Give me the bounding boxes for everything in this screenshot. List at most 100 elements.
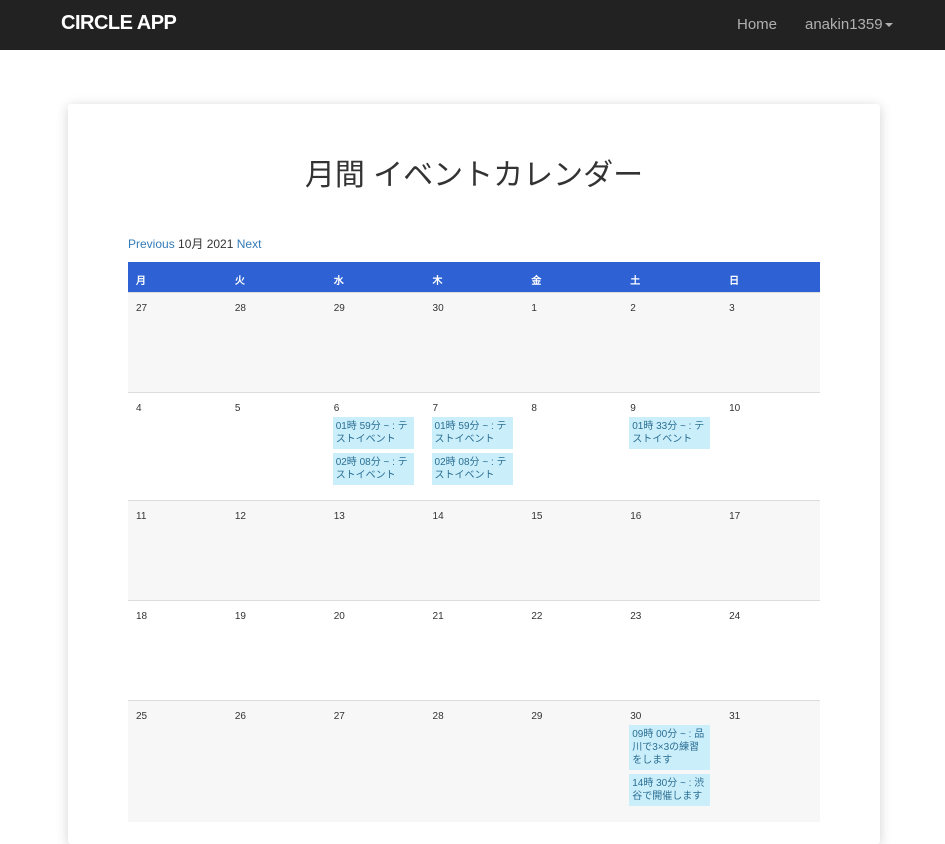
calendar-day-cell: 20 bbox=[326, 601, 425, 700]
calendar-day-cell: 15 bbox=[523, 501, 622, 600]
day-number: 26 bbox=[234, 711, 246, 722]
calendar-event[interactable]: 02時 08分 ~ : テストイベント bbox=[431, 453, 513, 485]
calendar-day-cell: 9 01時 33分 ~ : テストイベント bbox=[622, 393, 721, 500]
current-month-label: 10月 2021 bbox=[178, 237, 234, 251]
calendar-event[interactable]: 01時 59分 ~ : テストイベント bbox=[332, 417, 414, 449]
day-number: 29 bbox=[333, 303, 345, 314]
day-number: 22 bbox=[531, 611, 543, 622]
calendar-day-cell: 5 bbox=[227, 393, 326, 500]
day-number: 9 bbox=[630, 403, 636, 414]
calendar-day-cell: 16 bbox=[622, 501, 721, 600]
day-number: 20 bbox=[333, 611, 345, 622]
day-number: 8 bbox=[531, 403, 537, 414]
weekday-mon: 月 bbox=[136, 276, 146, 287]
day-number: 12 bbox=[234, 511, 246, 522]
calendar-day-cell: 11 bbox=[128, 501, 227, 600]
calendar-day-cell: 21 bbox=[425, 601, 524, 700]
weekday-fri: 金 bbox=[531, 276, 542, 287]
calendar-day-cell: 27 bbox=[128, 293, 227, 392]
calendar-day-cell: 6 01時 59分 ~ : テストイベント 02時 08分 ~ : テストイベント bbox=[326, 393, 425, 500]
day-number: 21 bbox=[432, 611, 444, 622]
day-number: 15 bbox=[531, 511, 543, 522]
day-number: 31 bbox=[729, 711, 741, 722]
user-menu-label: anakin1359 bbox=[805, 16, 883, 33]
calendar-day-cell: 2 bbox=[622, 293, 721, 392]
user-menu-dropdown[interactable]: anakin1359 bbox=[805, 16, 893, 33]
calendar-day-cell: 18 bbox=[128, 601, 227, 700]
calendar-day-cell: 28 bbox=[227, 293, 326, 392]
calendar-day-cell: 31 bbox=[721, 701, 820, 822]
day-number: 23 bbox=[630, 611, 642, 622]
calendar-week-row: 27 28 29 30 1 2 3 bbox=[128, 292, 820, 392]
calendar-day-cell: 30 bbox=[425, 293, 524, 392]
calendar-week-row: 4 5 6 01時 59分 ~ : テストイベント 02時 08分 ~ : テストイベン… bbox=[128, 392, 820, 500]
calendar-day-cell: 1 bbox=[523, 293, 622, 392]
calendar-day-cell: 10 bbox=[721, 393, 820, 500]
navbar: CIRCLE APP Home anakin1359 bbox=[0, 0, 945, 50]
nav-home-link[interactable]: Home bbox=[737, 16, 777, 33]
caret-down-icon bbox=[884, 23, 893, 28]
day-number: 4 bbox=[136, 403, 142, 414]
calendar-day-cell: 17 bbox=[721, 501, 820, 600]
month-navigation: Previous 10月 2021 Next bbox=[128, 235, 261, 252]
day-number: 30 bbox=[432, 303, 444, 314]
weekday-header: 月 火 水 木 金 土 日 bbox=[128, 262, 820, 292]
calendar-day-cell: 4 bbox=[128, 393, 227, 500]
calendar-day-cell: 3 bbox=[721, 293, 820, 392]
day-number: 11 bbox=[136, 511, 147, 522]
calendar-card: 月間 イベントカレンダー Previous 10月 2021 Next 月 火 … bbox=[68, 104, 880, 844]
calendar-day-cell: 27 bbox=[326, 701, 425, 822]
day-number: 25 bbox=[136, 711, 148, 722]
calendar-day-cell: 26 bbox=[227, 701, 326, 822]
day-number: 1 bbox=[531, 303, 537, 314]
day-number: 27 bbox=[333, 711, 345, 722]
day-number: 19 bbox=[234, 611, 246, 622]
day-number: 28 bbox=[234, 303, 246, 314]
calendar-day-cell: 8 bbox=[523, 393, 622, 500]
calendar-day-cell: 7 01時 59分 ~ : テストイベント 02時 08分 ~ : テストイベント bbox=[425, 393, 524, 500]
day-number: 7 bbox=[432, 403, 439, 414]
calendar-day-cell: 14 bbox=[425, 501, 524, 600]
calendar-week-row: 11 12 13 14 15 16 17 bbox=[128, 500, 820, 600]
day-number: 29 bbox=[531, 711, 543, 722]
brand-logo[interactable]: CIRCLE APP bbox=[61, 12, 177, 35]
calendar-event[interactable]: 14時 30分 ~ : 渋谷で開催します bbox=[629, 774, 711, 806]
day-number: 24 bbox=[729, 611, 741, 622]
weekday-sat: 土 bbox=[630, 276, 641, 287]
weekday-wed: 水 bbox=[333, 276, 344, 287]
day-number: 6 bbox=[333, 403, 340, 414]
calendar-day-cell: 22 bbox=[523, 601, 622, 700]
calendar-day-cell: 23 bbox=[622, 601, 721, 700]
calendar-day-cell: 28 bbox=[425, 701, 524, 822]
day-number: 10 bbox=[729, 403, 741, 414]
calendar-event[interactable]: 01時 59分 ~ : テストイベント bbox=[431, 417, 513, 449]
calendar-day-cell: 12 bbox=[227, 501, 326, 600]
calendar-table: 月 火 水 木 金 土 日 27 28 29 30 1 2 3 4 5 6 01時 59分 ~ : … bbox=[128, 262, 820, 822]
day-number: 27 bbox=[136, 303, 148, 314]
calendar-week-row: 18 19 20 21 22 23 24 bbox=[128, 600, 820, 700]
day-number: 30 bbox=[630, 711, 642, 722]
calendar-day-cell: 24 bbox=[721, 601, 820, 700]
calendar-event[interactable]: 09時 00分 ~ : 品川で3×3の練習をします bbox=[629, 725, 711, 770]
calendar-day-cell: 29 bbox=[326, 293, 425, 392]
calendar-day-cell: 25 bbox=[128, 701, 227, 822]
calendar-event[interactable]: 01時 33分 ~ : テストイベント bbox=[629, 417, 711, 449]
calendar-week-row: 25 26 27 28 29 30 09時 00分 ~ : 品川で3×3の練習をします 14時… bbox=[128, 700, 820, 822]
calendar-day-cell: 29 bbox=[523, 701, 622, 822]
previous-month-link[interactable]: Previous bbox=[128, 237, 175, 251]
day-number: 14 bbox=[432, 511, 444, 522]
calendar-body: 27 28 29 30 1 2 3 4 5 6 01時 59分 ~ : テストイベント 02時 08分… bbox=[128, 292, 820, 822]
page-title: 月間 イベントカレンダー bbox=[304, 159, 644, 192]
day-number: 2 bbox=[630, 303, 636, 314]
day-number: 3 bbox=[729, 303, 735, 314]
day-number: 13 bbox=[333, 511, 345, 522]
day-number: 17 bbox=[729, 511, 741, 522]
day-number: 28 bbox=[432, 711, 444, 722]
calendar-day-cell: 19 bbox=[227, 601, 326, 700]
calendar-day-cell: 13 bbox=[326, 501, 425, 600]
next-month-link[interactable]: Next bbox=[237, 237, 262, 251]
calendar-event[interactable]: 02時 08分 ~ : テストイベント bbox=[332, 453, 414, 485]
day-number: 16 bbox=[630, 511, 642, 522]
day-number: 5 bbox=[234, 403, 241, 414]
weekday-thu: 木 bbox=[432, 276, 443, 287]
